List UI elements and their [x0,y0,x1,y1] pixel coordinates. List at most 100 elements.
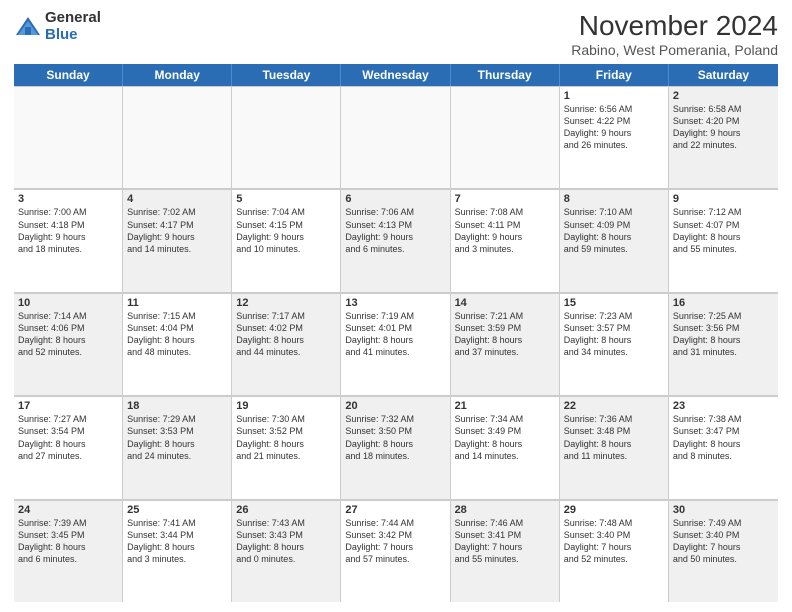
day-info: Sunrise: 6:56 AM Sunset: 4:22 PM Dayligh… [564,103,664,152]
day-number: 10 [18,297,118,309]
cal-cell-4-1: 25Sunrise: 7:41 AM Sunset: 3:44 PM Dayli… [123,500,232,602]
header: General Blue November 2024 Rabino, West … [14,10,778,58]
cal-cell-1-6: 9Sunrise: 7:12 AM Sunset: 4:07 PM Daylig… [669,189,778,291]
cal-cell-4-3: 27Sunrise: 7:44 AM Sunset: 3:42 PM Dayli… [341,500,450,602]
cal-week-3: 17Sunrise: 7:27 AM Sunset: 3:54 PM Dayli… [14,396,778,499]
location-title: Rabino, West Pomerania, Poland [571,42,778,58]
day-info: Sunrise: 7:19 AM Sunset: 4:01 PM Dayligh… [345,310,445,359]
day-number: 28 [455,504,555,516]
cal-week-2: 10Sunrise: 7:14 AM Sunset: 4:06 PM Dayli… [14,293,778,396]
cal-cell-0-1 [123,86,232,188]
calendar-body: 1Sunrise: 6:56 AM Sunset: 4:22 PM Daylig… [14,86,778,602]
day-number: 2 [673,90,774,102]
day-number: 11 [127,297,227,309]
cal-week-0: 1Sunrise: 6:56 AM Sunset: 4:22 PM Daylig… [14,86,778,189]
day-info: Sunrise: 7:48 AM Sunset: 3:40 PM Dayligh… [564,517,664,566]
day-info: Sunrise: 7:23 AM Sunset: 3:57 PM Dayligh… [564,310,664,359]
page: General Blue November 2024 Rabino, West … [0,0,792,612]
day-number: 9 [673,193,774,205]
logo-general-text: General [45,10,101,27]
cal-cell-1-2: 5Sunrise: 7:04 AM Sunset: 4:15 PM Daylig… [232,189,341,291]
cal-header-friday: Friday [560,64,669,86]
cal-header-thursday: Thursday [451,64,560,86]
day-number: 24 [18,504,118,516]
cal-cell-0-5: 1Sunrise: 6:56 AM Sunset: 4:22 PM Daylig… [560,86,669,188]
day-number: 3 [18,193,118,205]
cal-cell-1-4: 7Sunrise: 7:08 AM Sunset: 4:11 PM Daylig… [451,189,560,291]
day-info: Sunrise: 7:29 AM Sunset: 3:53 PM Dayligh… [127,413,227,462]
cal-cell-2-1: 11Sunrise: 7:15 AM Sunset: 4:04 PM Dayli… [123,293,232,395]
day-number: 30 [673,504,774,516]
calendar-header: SundayMondayTuesdayWednesdayThursdayFrid… [14,64,778,86]
day-info: Sunrise: 7:15 AM Sunset: 4:04 PM Dayligh… [127,310,227,359]
calendar: SundayMondayTuesdayWednesdayThursdayFrid… [14,64,778,602]
day-number: 23 [673,400,774,412]
cal-cell-3-1: 18Sunrise: 7:29 AM Sunset: 3:53 PM Dayli… [123,396,232,498]
day-info: Sunrise: 7:27 AM Sunset: 3:54 PM Dayligh… [18,413,118,462]
cal-cell-0-2 [232,86,341,188]
day-number: 16 [673,297,774,309]
month-title: November 2024 [571,10,778,42]
day-info: Sunrise: 7:36 AM Sunset: 3:48 PM Dayligh… [564,413,664,462]
day-info: Sunrise: 7:12 AM Sunset: 4:07 PM Dayligh… [673,206,774,255]
day-number: 29 [564,504,664,516]
logo-icon [14,13,42,41]
day-number: 14 [455,297,555,309]
cal-cell-2-5: 15Sunrise: 7:23 AM Sunset: 3:57 PM Dayli… [560,293,669,395]
day-number: 21 [455,400,555,412]
cal-cell-0-0 [14,86,123,188]
day-number: 27 [345,504,445,516]
day-info: Sunrise: 7:02 AM Sunset: 4:17 PM Dayligh… [127,206,227,255]
day-number: 4 [127,193,227,205]
day-info: Sunrise: 7:00 AM Sunset: 4:18 PM Dayligh… [18,206,118,255]
cal-cell-4-4: 28Sunrise: 7:46 AM Sunset: 3:41 PM Dayli… [451,500,560,602]
logo: General Blue [14,10,101,43]
day-info: Sunrise: 7:30 AM Sunset: 3:52 PM Dayligh… [236,413,336,462]
cal-cell-2-2: 12Sunrise: 7:17 AM Sunset: 4:02 PM Dayli… [232,293,341,395]
cal-header-tuesday: Tuesday [232,64,341,86]
logo-text: General Blue [45,10,101,43]
day-info: Sunrise: 7:04 AM Sunset: 4:15 PM Dayligh… [236,206,336,255]
day-info: Sunrise: 7:38 AM Sunset: 3:47 PM Dayligh… [673,413,774,462]
cal-cell-2-0: 10Sunrise: 7:14 AM Sunset: 4:06 PM Dayli… [14,293,123,395]
day-number: 25 [127,504,227,516]
cal-cell-3-2: 19Sunrise: 7:30 AM Sunset: 3:52 PM Dayli… [232,396,341,498]
day-number: 20 [345,400,445,412]
logo-blue-text: Blue [45,27,101,44]
day-info: Sunrise: 7:32 AM Sunset: 3:50 PM Dayligh… [345,413,445,462]
day-info: Sunrise: 7:25 AM Sunset: 3:56 PM Dayligh… [673,310,774,359]
day-number: 8 [564,193,664,205]
day-info: Sunrise: 7:17 AM Sunset: 4:02 PM Dayligh… [236,310,336,359]
day-number: 12 [236,297,336,309]
cal-cell-3-6: 23Sunrise: 7:38 AM Sunset: 3:47 PM Dayli… [669,396,778,498]
day-info: Sunrise: 7:46 AM Sunset: 3:41 PM Dayligh… [455,517,555,566]
cal-cell-0-4 [451,86,560,188]
cal-cell-2-3: 13Sunrise: 7:19 AM Sunset: 4:01 PM Dayli… [341,293,450,395]
day-info: Sunrise: 7:06 AM Sunset: 4:13 PM Dayligh… [345,206,445,255]
day-info: Sunrise: 7:21 AM Sunset: 3:59 PM Dayligh… [455,310,555,359]
cal-header-wednesday: Wednesday [341,64,450,86]
day-info: Sunrise: 7:10 AM Sunset: 4:09 PM Dayligh… [564,206,664,255]
cal-cell-0-6: 2Sunrise: 6:58 AM Sunset: 4:20 PM Daylig… [669,86,778,188]
cal-week-1: 3Sunrise: 7:00 AM Sunset: 4:18 PM Daylig… [14,189,778,292]
day-info: Sunrise: 7:49 AM Sunset: 3:40 PM Dayligh… [673,517,774,566]
cal-cell-1-0: 3Sunrise: 7:00 AM Sunset: 4:18 PM Daylig… [14,189,123,291]
cal-cell-2-4: 14Sunrise: 7:21 AM Sunset: 3:59 PM Dayli… [451,293,560,395]
day-info: Sunrise: 7:14 AM Sunset: 4:06 PM Dayligh… [18,310,118,359]
title-block: November 2024 Rabino, West Pomerania, Po… [571,10,778,58]
cal-cell-1-1: 4Sunrise: 7:02 AM Sunset: 4:17 PM Daylig… [123,189,232,291]
day-number: 19 [236,400,336,412]
day-number: 22 [564,400,664,412]
day-number: 15 [564,297,664,309]
day-number: 5 [236,193,336,205]
cal-cell-4-5: 29Sunrise: 7:48 AM Sunset: 3:40 PM Dayli… [560,500,669,602]
cal-cell-4-6: 30Sunrise: 7:49 AM Sunset: 3:40 PM Dayli… [669,500,778,602]
cal-header-sunday: Sunday [14,64,123,86]
day-info: Sunrise: 7:34 AM Sunset: 3:49 PM Dayligh… [455,413,555,462]
day-info: Sunrise: 7:39 AM Sunset: 3:45 PM Dayligh… [18,517,118,566]
day-info: Sunrise: 7:44 AM Sunset: 3:42 PM Dayligh… [345,517,445,566]
day-number: 13 [345,297,445,309]
cal-cell-4-2: 26Sunrise: 7:43 AM Sunset: 3:43 PM Dayli… [232,500,341,602]
cal-cell-1-3: 6Sunrise: 7:06 AM Sunset: 4:13 PM Daylig… [341,189,450,291]
cal-cell-0-3 [341,86,450,188]
